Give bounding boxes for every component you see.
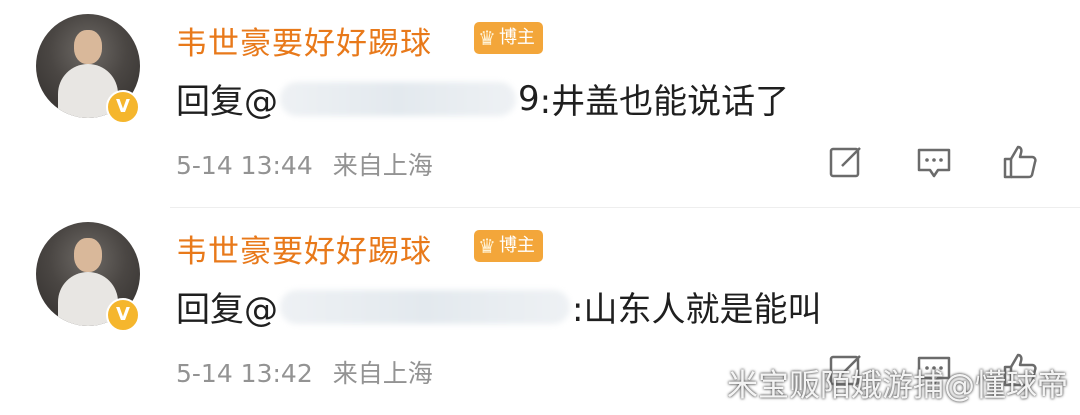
verified-v-icon: V [106, 90, 140, 124]
badge-label: 博主 [498, 235, 535, 256]
reply-body: :山东人就是能叫 [572, 290, 822, 330]
comment-icon [917, 148, 951, 178]
blogger-badge: ♛ 博主 [474, 22, 543, 54]
crown-icon: ♛ [478, 26, 496, 50]
blurred-mention [280, 81, 516, 116]
location-source: 来自上海 [332, 151, 433, 180]
timestamp: 5-14 13:42 [176, 359, 313, 388]
comment-item: V 韦世豪要好好踢球 ♛ 博主 回复@ 9 :井盖也能说话了 5-14 13:4… [0, 0, 1080, 207]
reply-mention-tail: 9 [518, 78, 540, 119]
location-source: 来自上海 [332, 359, 433, 388]
reply-body: :井盖也能说话了 [539, 82, 790, 122]
comment-meta: 5-14 13:42 来自上海 [176, 354, 433, 390]
watermark: 米宝贩陌娥游捕@懂球帝 [727, 368, 1068, 404]
edit-icon [829, 147, 861, 178]
like-button[interactable] [1000, 142, 1040, 182]
username-link[interactable]: 韦世豪要好好踢球 [176, 18, 432, 63]
comment-button[interactable] [914, 142, 954, 182]
thumbs-up-icon [1003, 145, 1037, 179]
reply-text: 回复@ 9 :井盖也能说话了 [176, 74, 789, 123]
username-link[interactable]: 韦世豪要好好踢球 [176, 226, 432, 271]
blurred-mention [280, 289, 570, 324]
verified-v-icon: V [106, 298, 140, 332]
reply-text: 回复@ :山东人就是能叫 [176, 282, 821, 331]
blogger-badge: ♛ 博主 [474, 230, 543, 262]
timestamp: 5-14 13:44 [176, 151, 313, 180]
reply-prefix: 回复@ [176, 82, 278, 122]
crown-icon: ♛ [478, 234, 496, 258]
edit-button[interactable] [826, 142, 866, 182]
comment-meta: 5-14 13:44 来自上海 [176, 146, 433, 182]
reply-prefix: 回复@ [176, 290, 278, 330]
badge-label: 博主 [498, 27, 535, 48]
